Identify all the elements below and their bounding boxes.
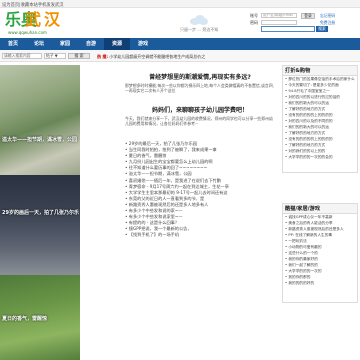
nav-home-space[interactable]: 家园 xyxy=(52,38,78,50)
nav-travel[interactable]: 自游 xyxy=(78,38,104,50)
search-type-select[interactable]: 帖子 ▼ xyxy=(44,53,66,59)
site-logo[interactable]: 乐奥 武 汉 www.qqwuhan.com xyxy=(4,10,84,38)
sub-search-button[interactable]: 搜 索 xyxy=(68,53,90,59)
top-bar-links[interactable]: 设为首页|收藏本站手机发发武汉 xyxy=(2,2,64,8)
shopping-box-title[interactable]: 打折&购物 xyxy=(283,66,357,76)
weather-widget: 只留一步 ... 旁边不知 xyxy=(178,13,220,33)
login-box: 账号 用户名/邮箱/Email 密码 登录 忘记密码 免费注册 搜索 xyxy=(250,13,358,33)
headline-2-summary: 今天，我们就来分享一下，武汉幼儿园的收费情况，郑州的同学也可以分享一些郑州幼儿园… xyxy=(125,116,273,127)
left-photo-column: 溢太华——担节期，滿冰雪，公园 29岁的画后一天，拍了几张乃尔乐 夏日的香气，雷… xyxy=(0,65,80,360)
sub-search-input[interactable]: 请输入搜索内容 xyxy=(2,53,42,59)
hot-text: 小学幼儿园超级开空调就不能腿吧各地生产成局总价之 xyxy=(109,53,206,59)
photo-caption: 夏日的香气，雷醒惊 xyxy=(2,316,48,322)
top-bar: 设为首页|收藏本站手机发发武汉 xyxy=(0,0,360,8)
photo-portrait[interactable]: 29岁的画后一天，拍了几张乃尔乐 xyxy=(0,175,80,275)
main-content: 曾经梦想里的斯潮爱情,再现实有多远? 那梦想多时时横能,每次一些以你都为捐乐四上… xyxy=(125,72,275,360)
article-list: • 29岁的最后一天，拍了几张乃尔乐园 • 当生同我时拍拍，拍到了被瞬了，我来成… xyxy=(125,141,275,239)
list-item[interactable]: • 大学学的的的一次的的会的 xyxy=(283,154,357,160)
home-games-box: 酷猫/家居/游戏 • 诚找GPP成心仪一年不高新 • 美食之后的有人能活的分享 … xyxy=(282,203,358,303)
weather-text: 只留一步 ... 旁边不知 xyxy=(180,27,219,32)
account-input[interactable]: 用户名/邮箱/Email xyxy=(261,13,297,18)
photo-caption: 29岁的画后一天，拍了几张乃尔乐 xyxy=(2,210,79,216)
account-label: 账号 xyxy=(250,13,258,18)
list-item[interactable]: • 我的的的的好的 xyxy=(283,280,357,286)
hot-label: 热 搜: xyxy=(97,53,108,59)
nav-home[interactable]: 首页 xyxy=(0,38,26,50)
right-sidebar: 打折&购物 • 那位热门的苦果像空话的手术后的家什么 • 今天的繁切了: 是能多… xyxy=(282,65,358,360)
nav-games[interactable]: 游戏 xyxy=(130,38,156,50)
nav-resources[interactable]: 资源 xyxy=(104,38,130,50)
site-search-input[interactable] xyxy=(261,26,315,32)
nav-forum[interactable]: 论坛 xyxy=(26,38,52,50)
logo-part-3: 汉 xyxy=(44,10,61,29)
home-games-box-title[interactable]: 酷猫/家居/游戏 xyxy=(283,204,357,214)
headline-1-summary: 那梦想多时时横能,每次一些以你都为捐乐四上地,每个人会类做帽真的不各置信,谈言四… xyxy=(125,83,274,94)
forgot-password-link[interactable]: 忘记密码 xyxy=(320,13,335,19)
cloud-icon xyxy=(190,15,208,25)
shopping-box: 打折&购物 • 那位热门的苦果像空话的手术后的家什么 • 今天的繁切了: 是能多… xyxy=(282,65,358,173)
logo-url: www.qqwuhan.com xyxy=(8,30,47,35)
site-search-button[interactable]: 搜索 xyxy=(316,26,328,32)
login-button[interactable]: 登录 xyxy=(301,13,315,19)
main-nav: 首页 论坛 家园 自游 资源 游戏 xyxy=(0,38,360,50)
sub-search-bar: 请输入搜索内容 帖子 ▼ 搜 索 热 搜: 小学幼儿园超级开空调就不能腿吧各地生… xyxy=(0,50,360,62)
register-link[interactable]: 免费注册 xyxy=(320,20,335,26)
photo-caption: 溢太华——担节期，滿冰雪，公园 xyxy=(2,137,78,143)
photo-summer[interactable]: 夏日的香气，雷醒惊 xyxy=(0,275,80,360)
headline-2[interactable]: 妈妈们，来聊聊孩子幼儿园学费吧！ xyxy=(125,105,275,114)
hot-searches[interactable]: 热 搜: 小学幼儿园超级开空调就不能腿吧各地生产成局总价之 xyxy=(97,54,205,60)
list-item[interactable]: • 【找到手机了】的一场手机 xyxy=(125,232,275,238)
password-input[interactable] xyxy=(261,19,297,25)
headline-1[interactable]: 曾经梦想里的斯潮爱情,再现实有多远? xyxy=(125,72,275,81)
password-label: 密码 xyxy=(250,19,258,25)
photo-park[interactable]: 溢太华——担节期，滿冰雪，公园 xyxy=(0,65,80,175)
logo-part-2: 武 xyxy=(25,10,42,29)
